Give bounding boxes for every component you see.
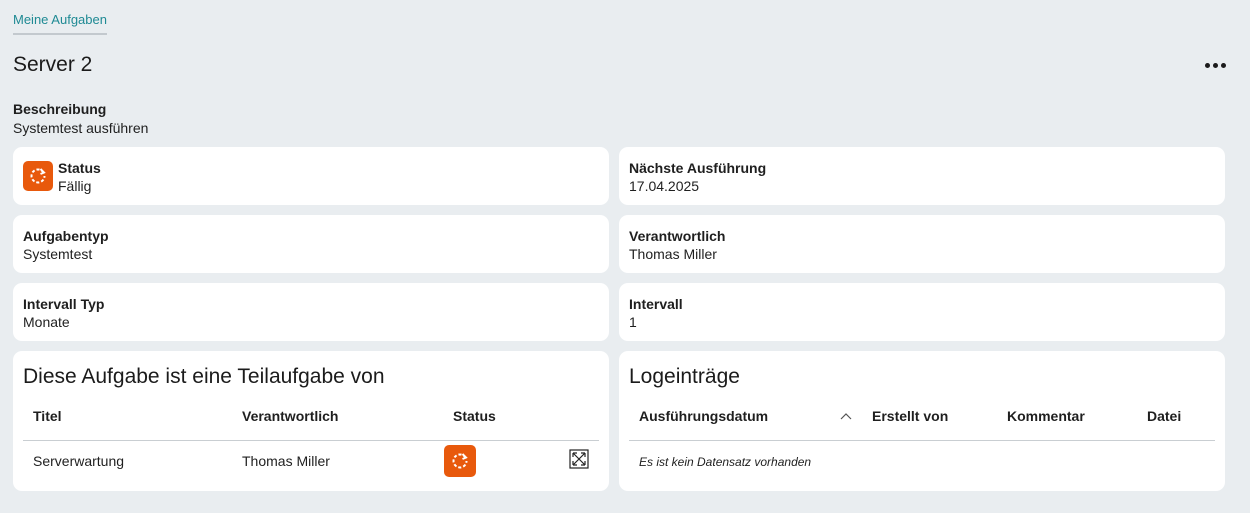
interval-value: 1 — [629, 314, 637, 330]
row-title: Serverwartung — [33, 453, 125, 469]
parent-task-card: Diese Aufgabe ist eine Teilaufgabe von T… — [13, 351, 609, 491]
log-card: Logeinträge Ausführungsdatum Erstellt vo… — [619, 351, 1225, 491]
next-run-card: Nächste Ausführung 17.04.2025 — [619, 147, 1225, 205]
column-header-responsible[interactable]: Verantwortlich — [242, 408, 338, 424]
parent-task-heading: Diese Aufgabe ist eine Teilaufgabe von — [23, 365, 385, 388]
page-title: Server 2 — [13, 53, 93, 76]
responsible-value: Thomas Miller — [629, 246, 717, 262]
status-value: Fällig — [58, 178, 92, 194]
responsible-card: Verantwortlich Thomas Miller — [619, 215, 1225, 273]
sort-asc-icon[interactable] — [840, 412, 852, 420]
interval-card: Intervall 1 — [619, 283, 1225, 341]
interval-label: Intervall — [629, 296, 683, 312]
column-header-created-by[interactable]: Erstellt von — [872, 408, 948, 424]
empty-message: Es ist kein Datensatz vorhanden — [639, 455, 812, 469]
table-divider — [629, 440, 1215, 441]
status-icon — [23, 161, 53, 191]
log-heading: Logeinträge — [629, 365, 740, 388]
column-header-file[interactable]: Datei — [1147, 408, 1181, 424]
interval-type-value: Monate — [23, 314, 70, 330]
column-header-status[interactable]: Status — [453, 408, 496, 424]
responsible-label: Verantwortlich — [629, 228, 726, 244]
more-dot — [1204, 62, 1210, 68]
next-run-label: Nächste Ausführung — [629, 160, 767, 176]
more-menu-button[interactable] — [1200, 53, 1230, 77]
breadcrumb-underline — [13, 33, 107, 35]
next-run-value: 17.04.2025 — [629, 178, 700, 194]
column-header-execution-date[interactable]: Ausführungsdatum — [639, 408, 768, 424]
task-type-value: Systemtest — [23, 246, 93, 262]
description-label: Beschreibung — [13, 101, 107, 117]
more-dot — [1212, 62, 1218, 68]
status-label: Status — [58, 160, 101, 176]
row-status-icon — [444, 445, 476, 477]
table-divider — [23, 440, 599, 441]
description-value: Systemtest ausführen — [13, 120, 149, 136]
task-type-label: Aufgabentyp — [23, 228, 109, 244]
interval-type-card: Intervall Typ Monate — [13, 283, 609, 341]
status-card: Status Fällig — [13, 147, 609, 205]
column-header-title[interactable]: Titel — [33, 408, 62, 424]
more-dot — [1220, 62, 1226, 68]
expand-icon[interactable] — [569, 449, 589, 469]
breadcrumb-link[interactable]: Meine Aufgaben — [13, 12, 107, 27]
row-responsible: Thomas Miller — [242, 453, 330, 469]
interval-type-label: Intervall Typ — [23, 296, 105, 312]
task-type-card: Aufgabentyp Systemtest — [13, 215, 609, 273]
column-header-comment[interactable]: Kommentar — [1007, 408, 1085, 424]
